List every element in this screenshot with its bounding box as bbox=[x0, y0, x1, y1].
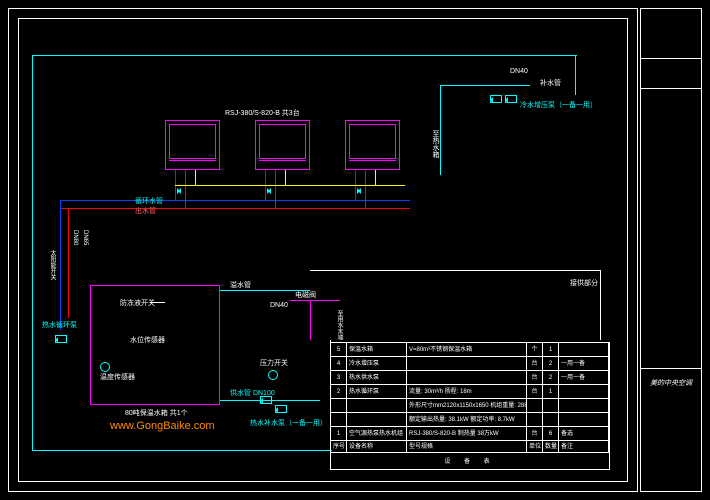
loop-top bbox=[32, 55, 577, 56]
pipe-yellow-h bbox=[175, 185, 405, 186]
u2-drop3 bbox=[285, 170, 286, 185]
temp-sensor-icon bbox=[100, 362, 110, 372]
pipe-out-v bbox=[68, 208, 69, 318]
u1-drop2 bbox=[185, 170, 186, 208]
tank-label: 80吨保温水箱 共1个 bbox=[125, 408, 188, 418]
table-row: 2热水循环泵流量: 30m³/h 扬程: 18m台1 bbox=[331, 385, 609, 399]
pipe-out-h bbox=[60, 208, 410, 209]
supply-pump-label: 供水管 DN100 bbox=[230, 388, 275, 398]
level-sensor-label: 水位传感器 bbox=[130, 335, 165, 345]
solenoid-pipe bbox=[290, 300, 340, 301]
temp-sensor-label: 温度传感器 bbox=[100, 372, 135, 382]
cold-pump-icon bbox=[490, 95, 502, 103]
hot-circ-label: 热水循环泵 bbox=[42, 320, 77, 330]
loop-bottom bbox=[32, 450, 332, 451]
pipe-return-h bbox=[60, 200, 410, 201]
title-sect-2 bbox=[641, 59, 701, 89]
out-pipe-label: 出水管 bbox=[135, 206, 156, 216]
conn-white-h bbox=[310, 270, 600, 271]
antifreeze-label: 防冻液开关 bbox=[120, 298, 155, 308]
table-row: 额定输出热量: 38.1kW 额定功率: 8.7kW bbox=[331, 413, 609, 427]
dn80-label: DN80 bbox=[72, 230, 78, 245]
table-row: 1空气源热泵热水机组RSJ-380/S-820-B 制热量 38万kW台6备选 bbox=[331, 427, 609, 441]
conn-white-v bbox=[600, 270, 601, 340]
units-label: RSJ-380/S-820-B 共3台 bbox=[225, 108, 300, 118]
hot-circ-pump-icon bbox=[55, 335, 67, 343]
dn40-label: DN40 bbox=[510, 68, 528, 75]
title-sect-1 bbox=[641, 9, 701, 59]
to-user-label: 至用水末端 bbox=[335, 310, 344, 340]
pressure-label: 压力开关 bbox=[260, 358, 288, 368]
to-tank-label: 至热水箱 bbox=[430, 130, 440, 158]
u1-drop3 bbox=[195, 170, 196, 185]
table-row: 4冷水增压泵台2一用一备 bbox=[331, 357, 609, 371]
hot-return-label: 循环水管 bbox=[135, 196, 163, 206]
watermark: www.GongBaike.com bbox=[110, 420, 215, 432]
table-row: 5保温水箱V=80m³不锈钢保温水箱个1 bbox=[331, 343, 609, 357]
solenoid-label: 电磁阀 bbox=[295, 290, 316, 300]
table-title: 设 备 表 bbox=[331, 453, 609, 471]
title-block bbox=[640, 8, 702, 492]
insulated-tank bbox=[90, 285, 220, 405]
loop-right bbox=[575, 55, 576, 95]
u2-drop2 bbox=[275, 170, 276, 208]
dn65-label: DN65 bbox=[82, 230, 88, 245]
antifreeze-line bbox=[150, 302, 165, 303]
heat-pump-unit-2 bbox=[255, 120, 310, 170]
pipe-supply-2 bbox=[440, 85, 441, 175]
brand-logo: 美的中央空调 bbox=[644, 378, 698, 402]
cold-pump-icon-2 bbox=[505, 95, 517, 103]
pipe-return-v bbox=[60, 200, 61, 330]
u3-drop2 bbox=[365, 170, 366, 208]
title-sect-3 bbox=[641, 89, 701, 369]
hot-backup-label: 热水补水泵（一备一用） bbox=[250, 418, 327, 428]
u3-drop3 bbox=[375, 170, 376, 185]
heat-pump-unit-3 bbox=[345, 120, 400, 170]
equipment-table: 5保温水箱V=80m³不锈钢保温水箱个1 4冷水增压泵台2一用一备 3热水供水泵… bbox=[330, 342, 610, 470]
dn40-2-label: DN40 bbox=[270, 302, 288, 309]
cold-pump-label: 冷水增压泵（一备一用） bbox=[520, 100, 597, 110]
table-row: 3热水供水泵台2一用一备 bbox=[331, 371, 609, 385]
connect-label: 接供部分 bbox=[570, 278, 598, 288]
valve-2 bbox=[265, 188, 273, 194]
heat-pump-unit-1 bbox=[165, 120, 220, 170]
supply-pipe-label: 补水管 bbox=[540, 78, 561, 88]
overflow-label: 溢水管 bbox=[230, 280, 251, 290]
table-header: 序号设备名称型号规格单位数量备注 bbox=[331, 441, 609, 453]
table-row: 外形尺寸mm2120x1150x1650 机组重量: 288kg bbox=[331, 399, 609, 413]
pipe-supply-1 bbox=[440, 85, 530, 86]
valve-3 bbox=[355, 188, 363, 194]
valve-1 bbox=[175, 188, 183, 194]
loop-left bbox=[32, 55, 33, 450]
pressure-switch-icon bbox=[268, 370, 278, 380]
supply-pump-2 bbox=[275, 405, 287, 413]
main-switch-label: 太阳能开关 bbox=[48, 250, 57, 280]
solenoid-v bbox=[310, 300, 311, 340]
